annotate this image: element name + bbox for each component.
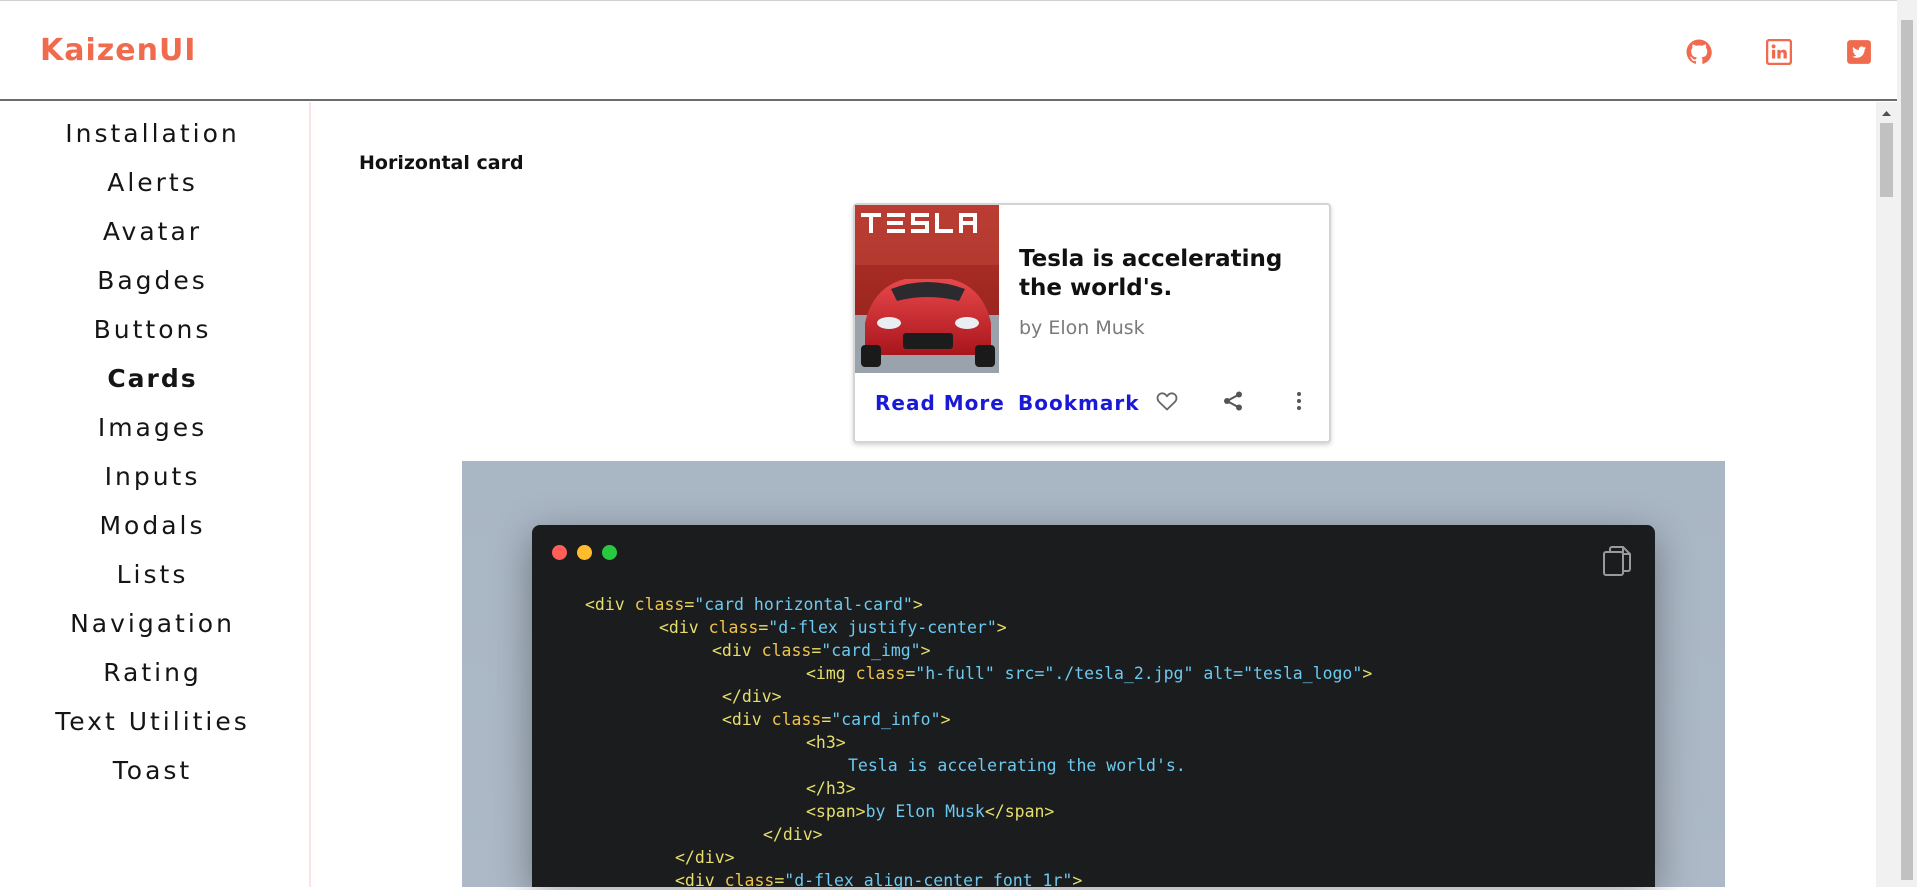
code-token: > [1072, 871, 1083, 890]
code-token: > [912, 595, 923, 614]
code-token: </h3> [806, 779, 856, 798]
heart-icon[interactable] [1155, 389, 1179, 413]
code-token: class [771, 710, 822, 729]
code-token: <span> [806, 802, 866, 821]
code-line: <div class="card horizontal-card"> [585, 595, 923, 614]
code-token: class [761, 641, 812, 660]
code-line: <h3> [806, 733, 846, 752]
section-title: Horizontal card [359, 152, 524, 174]
code-token: class [634, 595, 685, 614]
code-line: <div class="d-flex justify-center"> [659, 618, 1007, 637]
page-scroll-thumb[interactable] [1901, 20, 1913, 880]
sidebar-item-buttons[interactable]: Buttons [0, 315, 305, 344]
sidebar-item-avatar[interactable]: Avatar [0, 217, 305, 246]
code-token: = [821, 710, 832, 729]
code-token: "card_img" [821, 641, 921, 660]
code-token: </div> [675, 848, 735, 867]
linkedin-icon[interactable] [1766, 39, 1792, 65]
code-line: Tesla is accelerating the world's. [848, 756, 1186, 775]
sidebar-item-badges[interactable]: Bagdes [0, 266, 305, 295]
code-token: </div> [722, 687, 782, 706]
code-token: "d-flex justify-center" [768, 618, 997, 637]
sidebar-item-images[interactable]: Images [0, 413, 305, 442]
twitter-icon[interactable] [1846, 39, 1872, 65]
sidebar-item-lists[interactable]: Lists [0, 560, 305, 589]
code-line: </h3> [806, 779, 856, 798]
code-token: <div [712, 641, 762, 660]
brand-logo[interactable]: KaizenUI [40, 33, 196, 68]
code-token: <h3> [806, 733, 846, 752]
sidebar-item-alerts[interactable]: Alerts [0, 168, 305, 197]
code-token: "h-full" src="./tesla_2.jpg" alt="tesla_… [915, 664, 1363, 683]
window-maximize-dot [602, 545, 617, 560]
code-token: = [905, 664, 916, 683]
github-icon[interactable] [1686, 39, 1712, 65]
code-token: <div [585, 595, 635, 614]
code-token: by Elon Musk [865, 802, 985, 821]
code-line: </div> [675, 848, 735, 867]
sidebar-item-cards[interactable]: Cards [0, 364, 305, 393]
code-token: </div> [763, 825, 823, 844]
code-token: = [774, 871, 785, 890]
sidebar-item-inputs[interactable]: Inputs [0, 462, 305, 491]
code-token: "card horizontal-card" [694, 595, 913, 614]
code-token: "card_info" [831, 710, 941, 729]
code-token: class [708, 618, 759, 637]
share-icon[interactable] [1221, 389, 1245, 413]
read-more-button[interactable]: Read More [875, 391, 1005, 415]
code-line: <div class="d-flex align-center font_1r"… [675, 871, 1082, 890]
code-token: "d-flex align-center font_1r" [784, 871, 1073, 890]
sidebar-item-toast[interactable]: Toast [0, 756, 305, 785]
code-token: > [940, 710, 951, 729]
top-header: KaizenUI [0, 1, 1917, 101]
sidebar-item-installation[interactable]: Installation [0, 119, 305, 148]
copy-icon[interactable] [1602, 545, 1632, 577]
card-title: Tesla is accelerating the world's. [1019, 246, 1283, 301]
code-line: <div class="card_info"> [722, 710, 951, 729]
scroll-up-arrow-icon[interactable] [1876, 104, 1897, 122]
bookmark-button[interactable]: Bookmark [1018, 391, 1140, 415]
code-token: > [1362, 664, 1373, 683]
code-token: = [684, 595, 695, 614]
code-window: <div class="card horizontal-card"> <div c… [532, 525, 1655, 890]
more-vertical-icon[interactable] [1287, 389, 1311, 413]
code-line: <img class="h-full" src="./tesla_2.jpg" … [806, 664, 1372, 683]
code-token: > [996, 618, 1007, 637]
card-subtitle: by Elon Musk [1019, 317, 1145, 339]
code-line: </div> [722, 687, 782, 706]
code-line: </div> [763, 825, 823, 844]
sidebar-item-rating[interactable]: Rating [0, 658, 305, 687]
code-token: <img [806, 664, 856, 683]
horizontal-card: Tesla is accelerating the world's. by El… [853, 203, 1331, 443]
window-close-dot [552, 545, 567, 560]
code-token: = [811, 641, 822, 660]
code-token: class [724, 871, 775, 890]
sidebar-item-text-utilities[interactable]: Text Utilities [0, 707, 305, 736]
code-token: class [855, 664, 906, 683]
code-token: > [920, 641, 931, 660]
sidebar-item-modals[interactable]: Modals [0, 511, 305, 540]
code-line: <div class="card_img"> [712, 641, 931, 660]
code-token: <div [659, 618, 709, 637]
content-scroll-thumb[interactable] [1880, 123, 1893, 197]
window-minimize-dot [577, 545, 592, 560]
tesla-car-image [855, 205, 999, 373]
page-scrollbar[interactable] [1897, 0, 1917, 887]
sidebar: Installation Alerts Avatar Bagdes Button… [0, 102, 311, 887]
code-token: </span> [984, 802, 1055, 821]
sidebar-item-navigation[interactable]: Navigation [0, 609, 305, 638]
code-line: <span>by Elon Musk</span> [806, 802, 1054, 821]
code-token: <div [675, 871, 725, 890]
code-token: Tesla is accelerating the world's. [848, 756, 1186, 775]
code-token: <div [722, 710, 772, 729]
content-scrollbar[interactable] [1876, 102, 1897, 887]
code-token: = [758, 618, 769, 637]
